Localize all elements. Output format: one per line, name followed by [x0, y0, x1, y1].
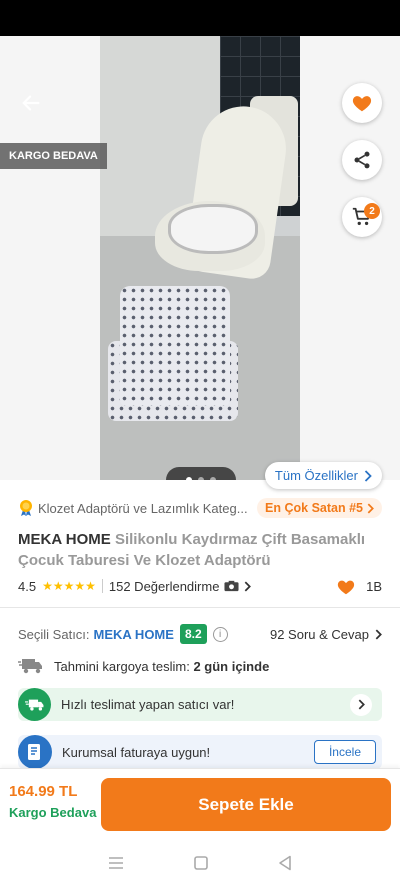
- corporate-invoice-banner: Kurumsal faturaya uygun! İncele: [18, 735, 382, 769]
- product-gallery[interactable]: KARGO BEDAVA 2: [0, 36, 400, 480]
- seller-name-link[interactable]: MEKA HOME: [94, 627, 174, 642]
- product-brand[interactable]: MEKA HOME: [18, 531, 111, 548]
- review-count: 152 Değerlendirme: [108, 578, 220, 594]
- bottom-bar: 164.99 TL Kargo Bedava Sepete Ekle: [0, 768, 400, 838]
- free-cargo-badge: KARGO BEDAVA: [0, 143, 107, 169]
- category-label: Klozet Adaptörü ve Lazımlık Kateg...: [38, 500, 248, 516]
- all-features-button[interactable]: Tüm Özellikler: [264, 462, 382, 489]
- camera-icon: [224, 580, 239, 592]
- inspect-button[interactable]: İncele: [313, 740, 376, 764]
- price: 164.99 TL: [9, 783, 78, 800]
- heart-icon: [337, 580, 355, 595]
- pager-dot: [186, 477, 192, 480]
- invoice-icon: [18, 735, 52, 769]
- all-features-label: Tüm Özellikler: [274, 468, 358, 483]
- back-button[interactable]: [14, 86, 48, 120]
- delivery-value: 2 gün içinde: [193, 658, 270, 674]
- rating-stars: ★★★★★: [42, 579, 96, 593]
- seller-label: Seçili Satıcı:: [18, 626, 90, 642]
- qa-label: 92 Soru & Cevap: [269, 626, 369, 642]
- pager-dot: [198, 477, 204, 480]
- qa-link[interactable]: 92 Soru & Cevap: [270, 627, 382, 642]
- chevron-right-icon[interactable]: [350, 693, 372, 716]
- medal-icon: [20, 500, 32, 516]
- add-to-cart-button[interactable]: Sepete Ekle: [101, 778, 391, 831]
- share-button[interactable]: [342, 140, 382, 180]
- fast-delivery-text: Hızlı teslimat yapan satıcı var!: [61, 697, 235, 712]
- arrow-left-icon: [22, 95, 40, 111]
- back-nav-icon[interactable]: [278, 855, 292, 871]
- heart-icon: [352, 96, 372, 112]
- home-icon[interactable]: [194, 856, 208, 870]
- chevron-right-icon: [375, 629, 382, 639]
- best-seller-label: En Çok Satan #5: [265, 501, 363, 515]
- delivery-label: Tahmini kargoya teslim:: [54, 658, 190, 674]
- pager-dot: [210, 477, 216, 480]
- rating-value: 4.5: [18, 578, 37, 594]
- system-nav-bar: [0, 838, 400, 888]
- menu-icon[interactable]: [108, 856, 124, 870]
- review-link[interactable]: 152 Değerlendirme: [109, 579, 252, 594]
- best-seller-badge[interactable]: En Çok Satan #5: [257, 498, 382, 518]
- seller-score-badge: 8.2: [179, 624, 207, 644]
- seller-row: Seçili Satıcı: MEKA HOME 8.2 i 92 Soru &…: [18, 623, 382, 645]
- like-button[interactable]: 1B: [336, 577, 382, 595]
- free-cargo-label: Kargo Bedava: [9, 805, 97, 820]
- product-photo[interactable]: [100, 36, 300, 480]
- cart-button[interactable]: 2: [342, 197, 382, 237]
- rating-row: 4.5 ★★★★★ 152 Değerlendirme 1B: [18, 576, 382, 596]
- cart-count-badge: 2: [364, 203, 380, 219]
- like-count: 1B: [366, 578, 382, 594]
- category-row: Klozet Adaptörü ve Lazımlık Kateg... En …: [18, 497, 382, 519]
- fast-delivery-banner[interactable]: Hızlı teslimat yapan satıcı var!: [18, 688, 382, 721]
- chevron-right-icon: [364, 469, 372, 482]
- delivery-row: Tahmini kargoya teslim: 2 gün içinde: [18, 656, 382, 676]
- status-bar: [0, 0, 400, 36]
- product-title: MEKA HOME Silikonlu Kaydırmaz Çift Basam…: [18, 529, 382, 571]
- share-icon: [354, 151, 370, 169]
- category-link[interactable]: Klozet Adaptörü ve Lazımlık Kateg...: [18, 499, 248, 517]
- favorite-button[interactable]: [342, 83, 382, 123]
- gallery-pager[interactable]: [166, 467, 236, 480]
- fast-delivery-icon: [18, 688, 51, 721]
- truck-icon: [18, 659, 42, 674]
- divider: [0, 607, 400, 608]
- info-icon[interactable]: i: [212, 626, 228, 642]
- invoice-text: Kurumsal faturaya uygun!: [62, 744, 211, 760]
- chevron-right-icon: [245, 581, 252, 591]
- chevron-right-icon: [367, 503, 374, 513]
